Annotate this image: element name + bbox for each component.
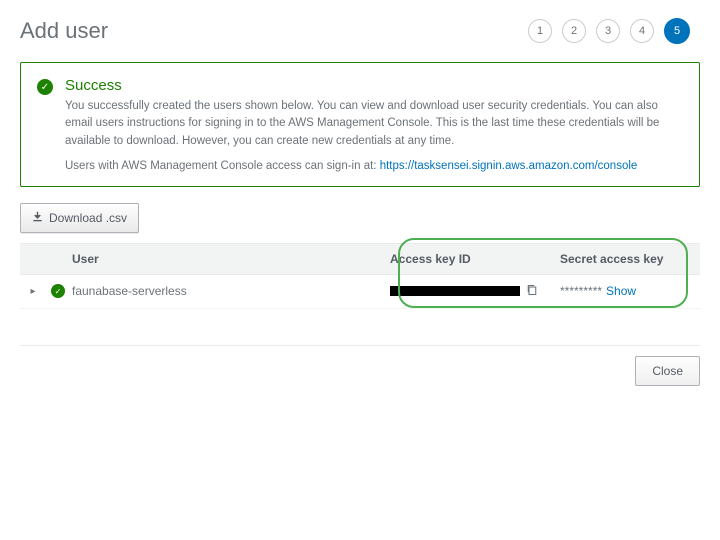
secret-key-cell: ********* Show xyxy=(560,284,700,298)
step-5[interactable]: 5 xyxy=(664,18,690,44)
username-cell: faunabase-serverless xyxy=(70,284,390,298)
step-4[interactable]: 4 xyxy=(630,19,654,43)
table-header-row: User Access key ID Secret access key xyxy=(20,243,700,275)
check-circle-icon: ✓ xyxy=(37,79,53,95)
access-key-redacted xyxy=(390,286,520,296)
alert-signin-prefix: Users with AWS Management Console access… xyxy=(65,160,380,172)
alert-signin-info: Users with AWS Management Console access… xyxy=(65,160,683,172)
column-header-access-key: Access key ID xyxy=(390,252,560,266)
close-button[interactable]: Close xyxy=(635,356,700,386)
download-icon xyxy=(32,211,43,225)
wizard-steps: 1 2 3 4 5 xyxy=(528,18,690,44)
column-header-user: User xyxy=(70,252,390,266)
access-key-cell xyxy=(390,284,560,299)
secret-masked: ********* xyxy=(560,284,602,298)
success-alert: ✓ Success You successfully created the u… xyxy=(20,62,700,187)
alert-message: You successfully created the users shown… xyxy=(65,98,683,150)
step-3[interactable]: 3 xyxy=(596,19,620,43)
step-2[interactable]: 2 xyxy=(562,19,586,43)
signin-url-link[interactable]: https://tasksensei.signin.aws.amazon.com… xyxy=(380,160,638,172)
page-title: Add user xyxy=(20,18,108,44)
success-status-icon: ✓ xyxy=(51,284,65,298)
footer-bar: Close xyxy=(20,345,700,386)
copy-icon[interactable] xyxy=(526,284,538,299)
step-1[interactable]: 1 xyxy=(528,19,552,43)
column-header-secret: Secret access key xyxy=(560,252,700,266)
table-row: ▸ ✓ faunabase-serverless ********* Show xyxy=(20,275,700,309)
users-table: User Access key ID Secret access key ▸ ✓… xyxy=(20,243,700,309)
alert-title: Success xyxy=(65,77,683,94)
expand-row-caret[interactable]: ▸ xyxy=(20,286,46,297)
download-csv-label: Download .csv xyxy=(49,211,127,225)
show-secret-link[interactable]: Show xyxy=(606,284,636,298)
download-csv-button[interactable]: Download .csv xyxy=(20,203,139,233)
